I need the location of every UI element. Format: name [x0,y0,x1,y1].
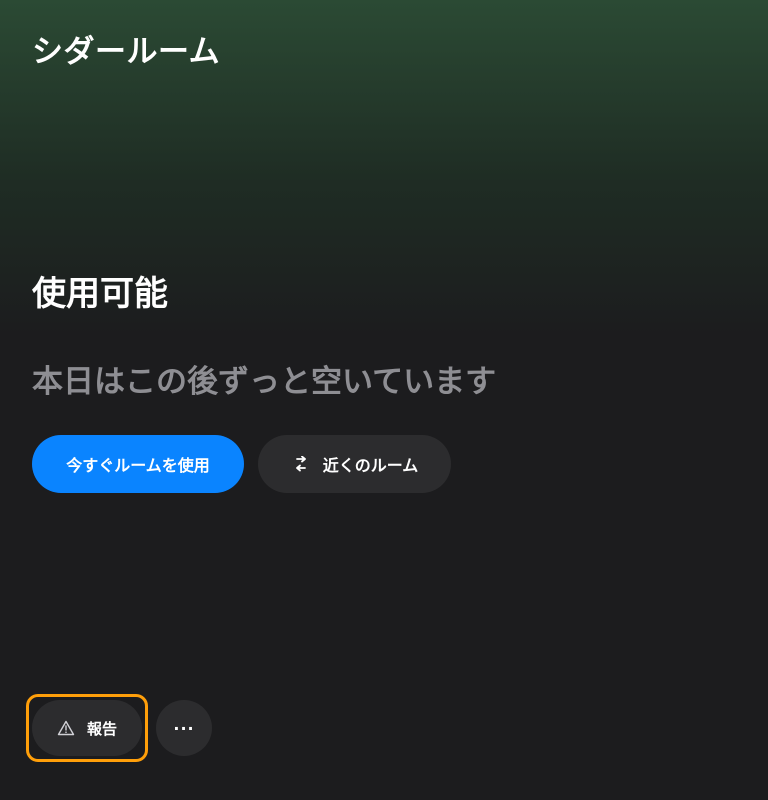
report-focus-ring: 報告 [26,694,148,762]
bottom-toolbar: 報告 ··· [26,694,212,762]
availability-status: 使用可能 [32,274,168,314]
more-options-button[interactable]: ··· [156,700,212,756]
report-button[interactable]: 報告 [32,700,142,756]
room-display-screen: シダールーム 使用可能 本日はこの後ずっと空いています 今すぐルームを使用 近く… [0,0,768,800]
use-room-now-label: 今すぐルームを使用 [66,456,210,475]
action-buttons: 今すぐルームを使用 近くのルーム [32,435,451,493]
availability-detail: 本日はこの後ずっと空いています [32,364,497,400]
ellipsis-icon: ··· [173,718,195,738]
report-label: 報告 [86,719,117,738]
swap-arrows-icon [291,456,311,472]
nearby-rooms-button[interactable]: 近くのルーム [258,435,451,493]
nearby-rooms-label: 近くのルーム [322,456,419,475]
room-name: シダールーム [32,34,221,70]
warning-triangle-icon [57,720,75,736]
use-room-now-button[interactable]: 今すぐルームを使用 [32,435,244,493]
